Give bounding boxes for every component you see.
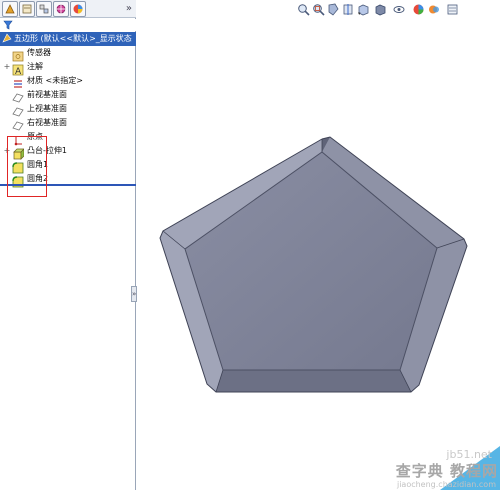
tree-item-label: 传感器 [27, 48, 51, 57]
expand-icon[interactable]: + [3, 63, 11, 71]
model-top-face [184, 151, 438, 371]
tree-item-label: 上视基准面 [27, 104, 67, 113]
tree-item-front-plane[interactable]: 前视基准面 [0, 88, 136, 103]
tree-item-label: 右视基准面 [27, 118, 67, 127]
filter-row[interactable] [0, 19, 136, 31]
feature-manager-panel: » 五边形 (默认<<默认>_显示状态 传感器 + A 注解 材质 <未指定> [0, 0, 136, 490]
watermark: jb51.net 查字典 教程网 jiaocheng.chazidian.com [370, 446, 500, 490]
configuration-manager-icon [39, 4, 49, 14]
splitter-arrow-icon: » [132, 290, 137, 298]
plane-icon [12, 89, 24, 103]
part-icon [2, 33, 12, 43]
feature-manager-icon [5, 4, 15, 14]
highlight-callout-box [7, 136, 47, 197]
sensor-folder-icon [12, 47, 24, 62]
tree-item-annotations[interactable]: + A 注解 [0, 60, 136, 77]
pentagon-model[interactable] [137, 0, 500, 490]
root-part-node[interactable]: 五边形 (默认<<默认>_显示状态 [0, 32, 136, 46]
watermark-url: jiaocheng.chazidian.com [396, 480, 496, 489]
tree-item-label: 前视基准面 [27, 90, 67, 99]
display-manager-icon [73, 4, 83, 14]
model-fillet-bottom [216, 370, 411, 392]
dimxpert-icon [56, 4, 66, 14]
panel-tab-bar: » [0, 0, 136, 18]
tree-item-label: 注解 [27, 62, 43, 71]
annotations-icon: A [12, 61, 24, 77]
filter-icon[interactable] [3, 20, 13, 30]
graphics-area[interactable]: ▾ jb51.net 查字典 教程网 jiaocheng.chazidian.c… [137, 0, 500, 490]
dimxpert-tab[interactable] [53, 1, 69, 17]
tree-item-top-plane[interactable]: 上视基准面 [0, 102, 136, 117]
tree-item-material[interactable]: 材质 <未指定> [0, 74, 136, 88]
plane-icon [12, 103, 24, 117]
display-manager-tab[interactable] [70, 1, 86, 17]
plane-icon [12, 117, 24, 131]
tab-overflow-button[interactable]: » [126, 2, 132, 16]
feature-manager-tab[interactable] [2, 1, 18, 17]
tree-item-sensors[interactable]: 传感器 [0, 46, 136, 62]
property-manager-tab[interactable] [19, 1, 35, 17]
material-icon [12, 75, 24, 88]
tree-item-right-plane[interactable]: 右视基准面 [0, 116, 136, 131]
watermark-text: 查字典 教程网 [395, 462, 498, 480]
tree-item-label: 材质 <未指定> [27, 76, 83, 85]
configuration-manager-tab[interactable] [36, 1, 52, 17]
root-part-label: 五边形 (默认<<默认>_显示状态 [14, 34, 132, 43]
property-manager-icon [22, 4, 32, 14]
